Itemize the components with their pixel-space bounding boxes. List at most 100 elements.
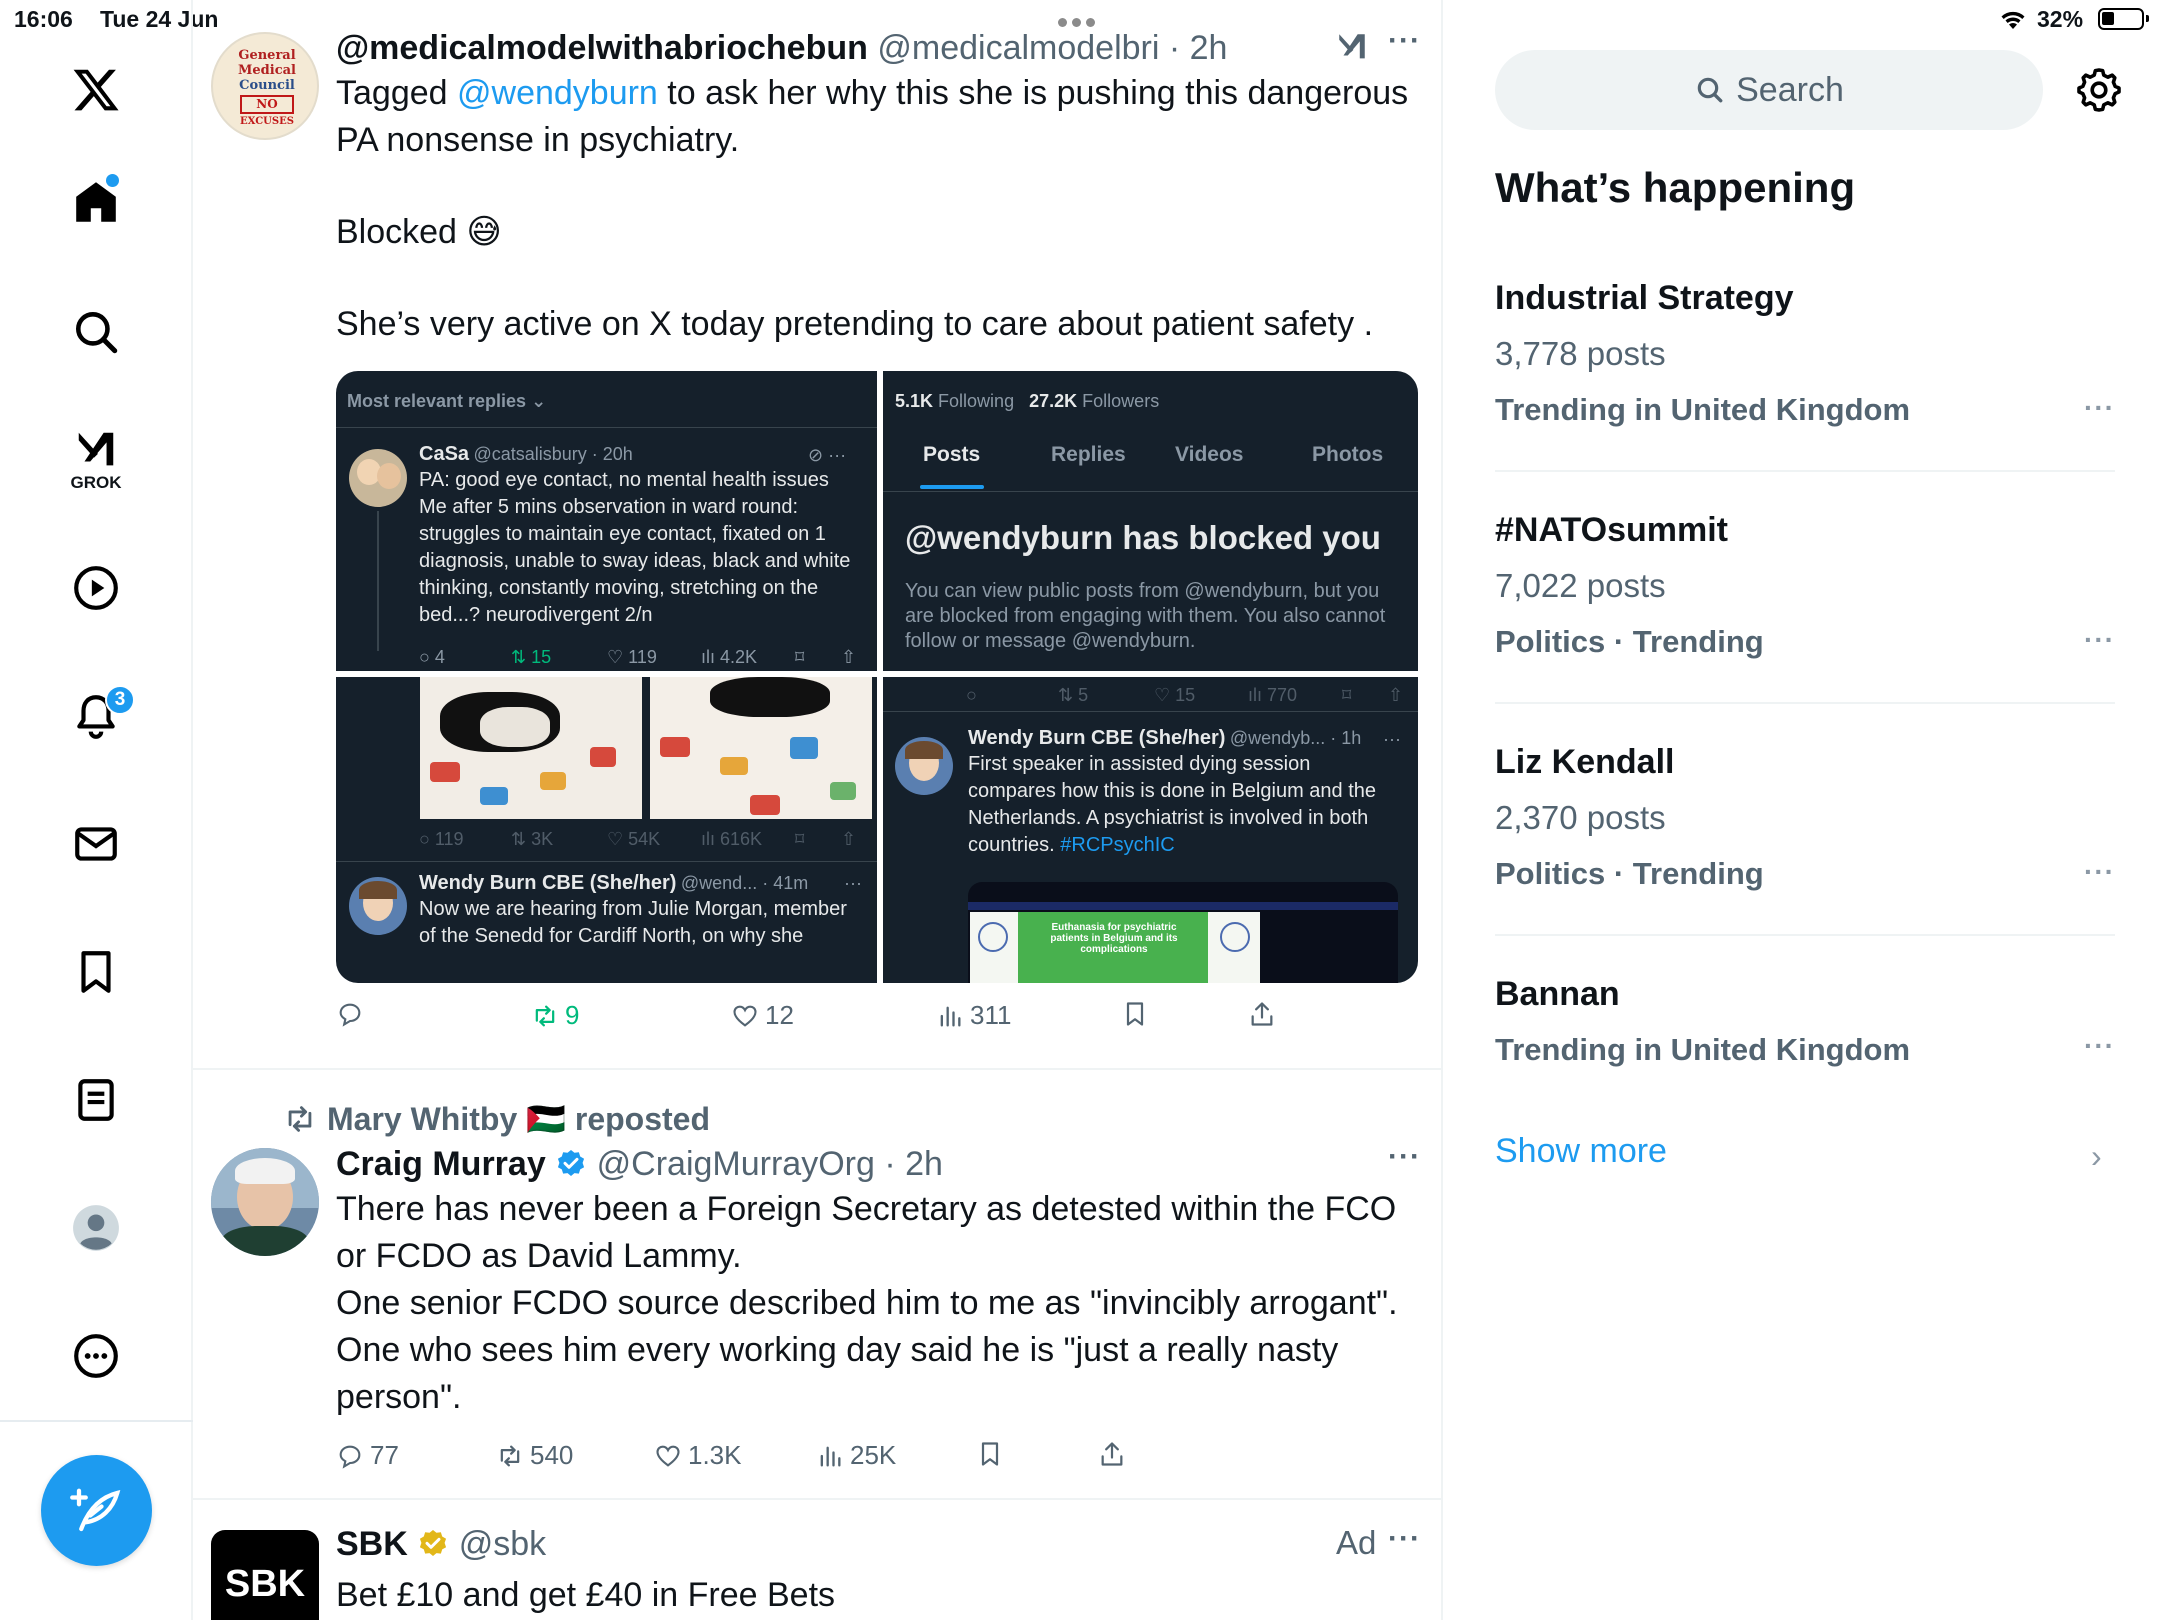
- share-button[interactable]: [1248, 1000, 1276, 1028]
- repost-icon: [500, 1445, 520, 1466]
- share-icon: [1101, 1442, 1123, 1466]
- tweet-body: SBK @sbk Bet £10 and get £40 in Free Bet…: [336, 1522, 1416, 1619]
- search-input[interactable]: Search: [1495, 50, 2043, 130]
- heart-icon: [656, 1445, 680, 1467]
- profile-avatar-icon[interactable]: [56, 1188, 136, 1268]
- tweet-time[interactable]: 2h: [1190, 29, 1228, 67]
- bookmark-button[interactable]: [976, 1440, 1004, 1468]
- trend-item[interactable]: Liz Kendall 2,370 posts Politics · Trend…: [1495, 740, 2115, 896]
- repost-context: Mary Whitby 🇵🇸 reposted: [283, 1100, 710, 1138]
- blocked-title: @wendyburn has blocked you: [905, 519, 1381, 556]
- avatar-text: General: [238, 48, 296, 63]
- trend-more-button[interactable]: ···: [2084, 624, 2115, 656]
- media-image-2[interactable]: 5.1K Following 27.2K Followers Posts Rep…: [883, 371, 1418, 671]
- show-more-link[interactable]: Show more: [1495, 1132, 1667, 1171]
- trend-more-button[interactable]: ···: [2084, 856, 2115, 888]
- trend-name: Liz Kendall: [1495, 743, 1675, 781]
- media-image-1[interactable]: Most relevant replies ⌄ CaSa @catsalisbu…: [336, 371, 877, 671]
- more-icon: ⊘ ···: [808, 445, 847, 465]
- share-icon: ⇧: [841, 647, 857, 667]
- reply-text: PA: good eye contact, no mental health i…: [419, 469, 851, 626]
- author-handle[interactable]: @CraigMurrayOrg: [597, 1145, 875, 1183]
- mention-link[interactable]: @wendyburn: [457, 74, 658, 112]
- views-stat: ılı 4.2K: [701, 647, 758, 667]
- trend-name: #NATOsummit: [1495, 511, 1729, 549]
- trend-item[interactable]: Industrial Strategy 3,778 posts Trending…: [1495, 276, 2115, 432]
- avatar[interactable]: General Medical Council NO EXCUSES: [211, 32, 319, 140]
- trend-item[interactable]: Bannan Trending in United Kingdom ···: [1495, 972, 2115, 1072]
- media-image-3[interactable]: ○ 119 ⇅ 3K ♡ 54K ılı 616K ⌑ ⇧ Wendy Burn…: [336, 677, 877, 983]
- tweet-text: Bet £10 and get £40 in Free Bets: [336, 1576, 836, 1614]
- tweet-time[interactable]: 2h: [905, 1145, 943, 1183]
- trend-item[interactable]: #NATOsummit 7,022 posts Politics · Trend…: [1495, 508, 2115, 664]
- author-name[interactable]: SBK: [336, 1525, 408, 1563]
- like-button[interactable]: 12: [731, 1000, 794, 1031]
- like-button[interactable]: 1.3K: [654, 1440, 742, 1471]
- trend-context: Politics · Trending: [1495, 624, 1764, 659]
- trend-more-button[interactable]: ···: [2084, 392, 2115, 424]
- home-unread-dot: [106, 174, 119, 187]
- avatar-text: EXCUSES: [240, 116, 294, 127]
- photo-bedding: [420, 677, 642, 819]
- repost-button[interactable]: 540: [496, 1440, 573, 1471]
- avatar: [349, 449, 407, 507]
- tweet-text: Blocked 😅: [336, 213, 502, 251]
- compose-post-button[interactable]: [41, 1455, 152, 1566]
- tweet-body: @medicalmodelwithabriochebun @medicalmod…: [336, 26, 1416, 348]
- video-icon[interactable]: [56, 548, 136, 628]
- avatar[interactable]: [211, 1148, 319, 1256]
- reply-icon: [339, 1003, 361, 1027]
- views-button[interactable]: 25K: [816, 1440, 896, 1471]
- profile-tabs: Posts Replies Videos Photos: [883, 431, 1418, 491]
- x-logo-icon[interactable]: [56, 50, 136, 130]
- grok-explain-icon[interactable]: [1335, 30, 1369, 64]
- messages-icon[interactable]: [56, 804, 136, 884]
- reply-button[interactable]: [336, 1000, 370, 1028]
- search-icon[interactable]: [56, 292, 136, 372]
- media-grid[interactable]: Most relevant replies ⌄ CaSa @catsalisbu…: [336, 371, 1418, 983]
- grok-icon[interactable]: GROK: [56, 420, 136, 500]
- reply-text: Now we are hearing from Julie Morgan, me…: [419, 898, 847, 947]
- trend-count: 3,778 posts: [1495, 335, 1666, 372]
- more-menu-icon[interactable]: [56, 1316, 136, 1396]
- reply-button[interactable]: 77: [336, 1440, 399, 1471]
- verified-badge-icon: [558, 1150, 585, 1176]
- author-handle[interactable]: @sbk: [459, 1525, 546, 1563]
- trend-more-button[interactable]: ···: [2084, 1030, 2115, 1062]
- right-sidebar: Search What’s happening Industrial Strat…: [1443, 0, 2160, 1620]
- tweet-header: Craig Murray @CraigMurrayOrg · 2h: [336, 1145, 943, 1183]
- tweet-medicalmodel[interactable]: General Medical Council NO EXCUSES @medi…: [193, 0, 1441, 1070]
- avatar[interactable]: SBK: [211, 1530, 319, 1620]
- trend-context: Politics · Trending: [1495, 856, 1764, 891]
- more-options-button[interactable]: ···: [1388, 24, 1421, 58]
- whats-happening-title: What’s happening: [1495, 164, 1856, 211]
- tweet-craig-murray[interactable]: Mary Whitby 🇵🇸 reposted Craig Murray @Cr…: [193, 1072, 1441, 1500]
- ad-label: Ad: [1336, 1524, 1377, 1561]
- repost-button[interactable]: 9: [531, 1000, 579, 1031]
- search-placeholder: Search: [1736, 70, 1844, 109]
- tweet-actions: 9 12 311: [336, 1000, 1396, 1040]
- home-icon[interactable]: [56, 162, 136, 242]
- media-image-4[interactable]: ○ ⇅ 5 ♡ 15 ılı 770 ⌑ ⇧ Wendy Burn CBE (S…: [883, 677, 1418, 983]
- tweet-sbk-ad[interactable]: SBK SBK @sbk Bet £10 and get £40 in Free…: [193, 1502, 1441, 1620]
- blocked-text: You can view public posts from @wendybur…: [905, 580, 1386, 652]
- nav-divider: [0, 1420, 193, 1422]
- more-options-button[interactable]: ···: [1388, 1522, 1421, 1556]
- chevron-right-icon: ›: [2091, 1138, 2102, 1174]
- trend-divider: [1495, 470, 2115, 472]
- bookmark-button[interactable]: [1121, 1000, 1149, 1028]
- views-button[interactable]: 311: [936, 1000, 1011, 1031]
- author-handle[interactable]: @medicalmodelbri: [877, 29, 1159, 67]
- settings-gear-icon[interactable]: [2075, 66, 2123, 114]
- avatar: [349, 877, 407, 935]
- tweet-header: SBK @sbk: [336, 1522, 1416, 1566]
- tweet-text: There has never been a Foreign Secretary…: [336, 1190, 1398, 1416]
- more-options-button[interactable]: ···: [1388, 1140, 1421, 1174]
- reply-text: First speaker in assisted dying session …: [968, 753, 1377, 856]
- bookmarks-icon[interactable]: [56, 932, 136, 1012]
- lists-icon[interactable]: [56, 1060, 136, 1140]
- author-name[interactable]: Craig Murray: [336, 1145, 546, 1183]
- share-button[interactable]: [1098, 1440, 1126, 1468]
- like-stat: ♡ 119: [607, 647, 657, 667]
- author-name[interactable]: @medicalmodelwithabriochebun: [336, 29, 868, 67]
